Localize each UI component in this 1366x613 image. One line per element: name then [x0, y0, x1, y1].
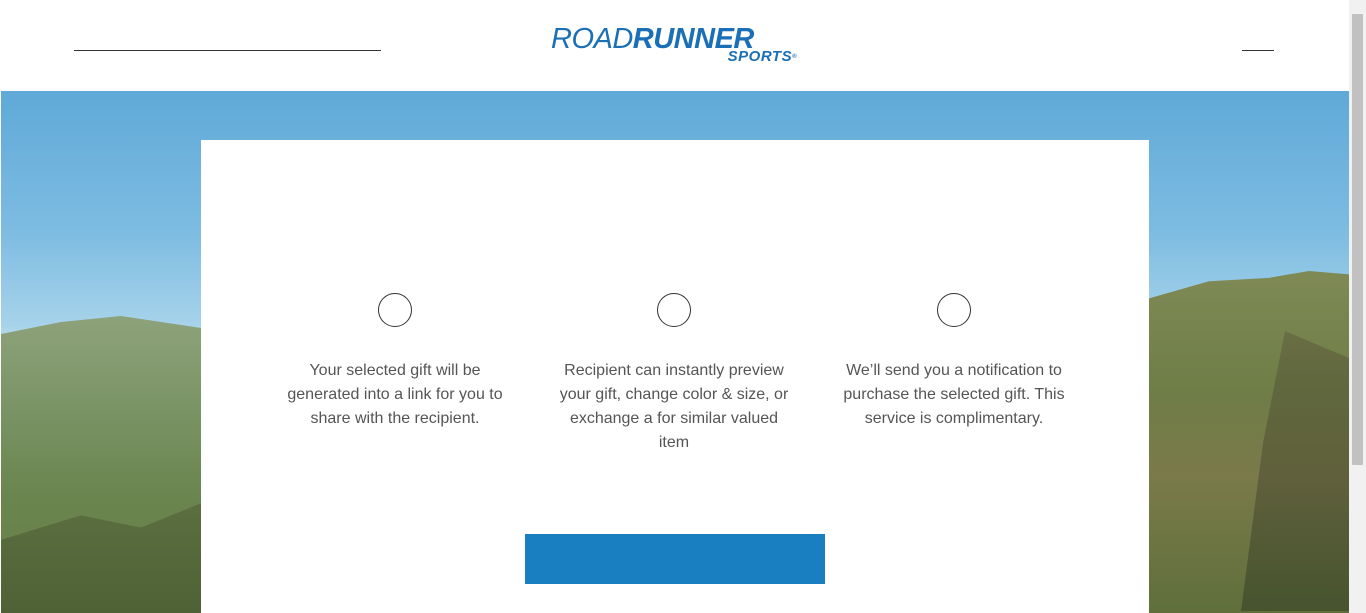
logo-sports-label: SPORTS: [727, 48, 793, 65]
header-left-menu-line[interactable]: [74, 50, 381, 51]
scrollbar-thumb[interactable]: [1352, 14, 1363, 465]
step-recipient-preview: Recipient can instantly preview your gif…: [554, 293, 794, 455]
logo-road-text: ROAD: [551, 23, 633, 55]
logo-wordmark: ROADRUNNER: [551, 24, 754, 54]
logo-sports-text: SPORTS®: [728, 49, 797, 65]
step-2-circle-icon: [657, 293, 691, 327]
gift-info-card: Your selected gift will be generated int…: [201, 140, 1149, 613]
step-1-text: Your selected gift will be generated int…: [287, 362, 503, 427]
roadrunner-sports-logo[interactable]: ROADRUNNER SPORTS®: [551, 24, 801, 68]
step-notification: We’ll send you a notification to purchas…: [834, 293, 1074, 431]
vertical-scrollbar[interactable]: [1349, 0, 1366, 613]
step-3-text: We’ll send you a notification to purchas…: [843, 362, 1065, 427]
step-share-link: Your selected gift will be generated int…: [275, 293, 515, 431]
step-2-text: Recipient can instantly preview your gif…: [559, 362, 789, 451]
cta-button[interactable]: [525, 534, 825, 584]
site-header: ROADRUNNER SPORTS®: [0, 0, 1349, 91]
logo-registered-mark: ®: [792, 54, 797, 60]
step-1-circle-icon: [378, 293, 412, 327]
step-3-circle-icon: [937, 293, 971, 327]
header-right-menu-line[interactable]: [1242, 50, 1274, 51]
